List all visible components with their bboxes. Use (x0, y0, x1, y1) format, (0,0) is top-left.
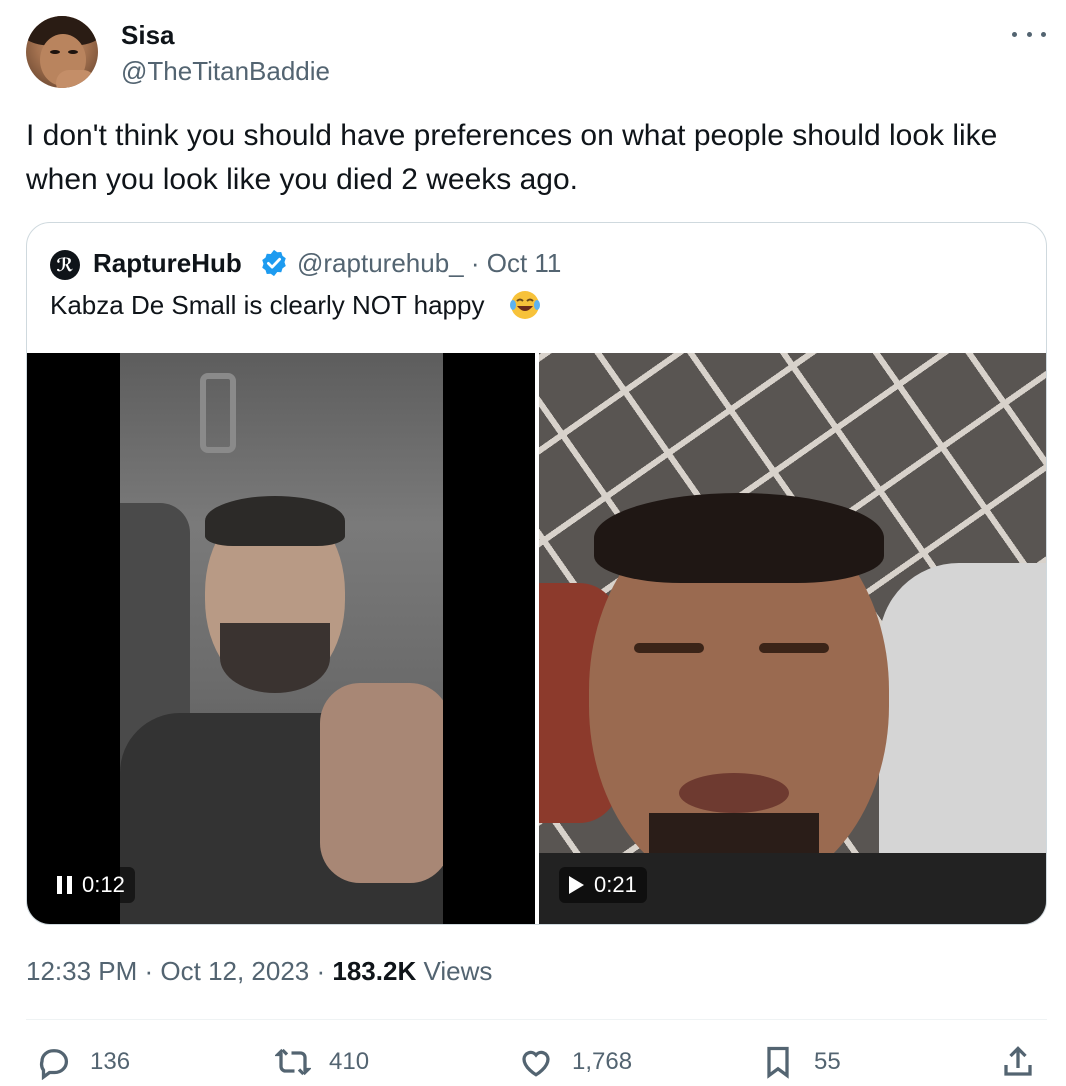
divider (26, 1019, 1047, 1020)
reply-count: 136 (90, 1048, 131, 1075)
views-count[interactable]: 183.2K (332, 956, 416, 986)
quoted-tweet[interactable]: ℛ RaptureHub @rapturehub_ · Oct 11 Kabza… (26, 222, 1047, 925)
tweet-text: I don't think you should have preference… (26, 119, 998, 196)
tweet-meta: 12:33 PM · Oct 12, 2023 · 183.2K Views (26, 956, 492, 987)
like-button[interactable]: 1,768 (518, 1038, 632, 1086)
author-name[interactable]: Sisa (121, 20, 175, 51)
avatar[interactable] (26, 16, 98, 88)
play-icon[interactable] (569, 876, 584, 894)
quoted-text: Kabza De Small is clearly NOT happy (50, 290, 485, 320)
retweet-count: 410 (329, 1048, 370, 1075)
quoted-author-name: RaptureHub (93, 248, 242, 278)
bookmark-button[interactable]: 55 (760, 1038, 841, 1086)
like-count: 1,768 (572, 1048, 633, 1075)
share-icon (1004, 1046, 1032, 1076)
retweet-button[interactable]: 410 (275, 1038, 369, 1086)
quoted-handle-date: @rapturehub_ · Oct 11 (297, 248, 562, 278)
reply-button[interactable]: 136 (36, 1038, 130, 1086)
action-bar: 136 410 1,768 55 (0, 1038, 1066, 1086)
timestamp[interactable]: 12:33 PM · Oct 12, 2023 · (26, 956, 332, 986)
bookmark-count: 55 (814, 1048, 841, 1075)
retweet-icon (275, 1048, 311, 1076)
author-handle[interactable]: @TheTitanBaddie (121, 56, 330, 87)
video-time-2: 0:21 (594, 872, 637, 897)
video-frame-1 (120, 353, 443, 924)
more-options-icon[interactable] (1012, 22, 1046, 46)
quoted-avatar[interactable]: ℛ (50, 250, 80, 280)
pause-icon[interactable] (57, 876, 72, 894)
tears-of-joy-emoji-icon (510, 291, 540, 319)
video-time-badge-2[interactable]: 0:21 (559, 867, 647, 903)
reply-icon (39, 1049, 68, 1080)
media-grid: 0:12 0:21 (27, 353, 1046, 924)
heart-icon (522, 1050, 550, 1077)
tweet: Sisa @TheTitanBaddie I don't think you s… (0, 0, 1066, 1086)
video-player-1[interactable]: 0:12 (27, 353, 535, 924)
video-time-1: 0:12 (82, 872, 125, 897)
verified-badge-icon (262, 249, 286, 277)
video-player-2[interactable]: 0:21 (539, 353, 1046, 924)
video-time-badge-1[interactable]: 0:12 (47, 867, 135, 903)
share-button[interactable] (1000, 1038, 1036, 1086)
views-label: Views (416, 956, 493, 986)
bookmark-icon (767, 1046, 789, 1079)
